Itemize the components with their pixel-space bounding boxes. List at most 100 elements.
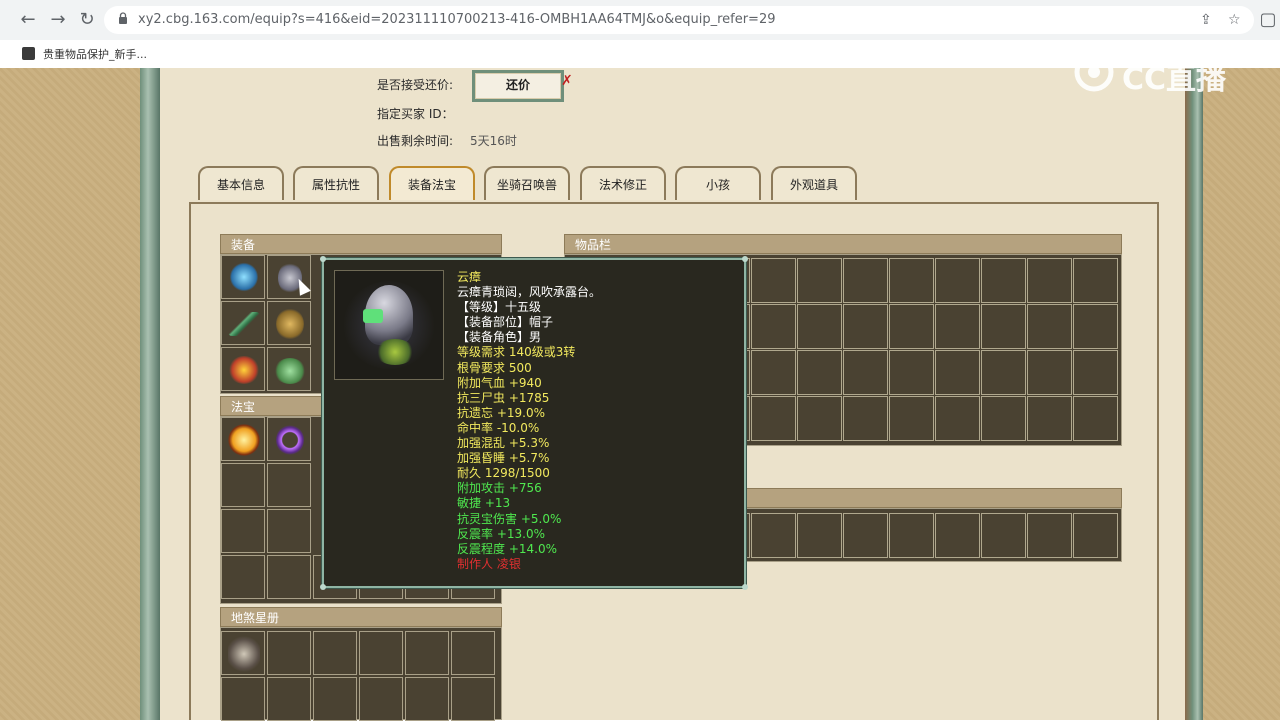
- tooltip-text: 云瘴 云瘴青琐闼，风吹承露台。 【等级】十五级 【装备部位】帽子 【装备角色】男 等级…: [457, 270, 737, 572]
- item-attribute-line: 【装备部位】帽子: [457, 315, 554, 330]
- star-book-slot-empty[interactable]: [313, 631, 357, 675]
- secondary-slot[interactable]: [1027, 513, 1072, 558]
- star-book-slot-empty[interactable]: [405, 631, 449, 675]
- item-attribute-line: 附加气血 +940: [457, 375, 542, 390]
- secondary-slot[interactable]: [889, 513, 934, 558]
- inventory-slot[interactable]: [935, 396, 980, 441]
- counter-offer-label: 是否接受还价:: [377, 78, 454, 92]
- inventory-slot[interactable]: [981, 258, 1026, 303]
- equipment-slot-weapon[interactable]: [221, 301, 265, 345]
- treasure-slot[interactable]: [267, 417, 311, 461]
- inventory-slot[interactable]: [843, 350, 888, 395]
- inventory-slot[interactable]: [889, 350, 934, 395]
- inventory-slot[interactable]: [797, 396, 842, 441]
- secondary-slot[interactable]: [981, 513, 1026, 558]
- inventory-slot[interactable]: [751, 258, 796, 303]
- inventory-slot[interactable]: [751, 304, 796, 349]
- item-attribute-line: 命中率 -10.0%: [457, 420, 540, 435]
- inventory-slot[interactable]: [1073, 304, 1118, 349]
- tab-attributes[interactable]: 属性抗性: [293, 166, 379, 200]
- inventory-slot[interactable]: [797, 350, 842, 395]
- inventory-slot[interactable]: [935, 258, 980, 303]
- star-book-slot-empty[interactable]: [221, 677, 265, 721]
- inventory-slot[interactable]: [1027, 304, 1072, 349]
- inventory-slot[interactable]: [1027, 350, 1072, 395]
- star-book-slot-empty[interactable]: [267, 631, 311, 675]
- item-attribute-line: 反震程度 +14.0%: [457, 541, 557, 556]
- time-remaining-value: 5天16时: [470, 134, 517, 148]
- star-book-section-header: 地煞星册: [220, 607, 502, 627]
- treasure-slot-empty[interactable]: [221, 509, 265, 553]
- inventory-slot[interactable]: [889, 396, 934, 441]
- lock-icon: [119, 12, 127, 24]
- secondary-slot[interactable]: [1073, 513, 1118, 558]
- equipment-slot-belt[interactable]: [221, 347, 265, 391]
- inventory-slot[interactable]: [843, 304, 888, 349]
- share-icon[interactable]: ⇪: [1200, 12, 1212, 28]
- cross-icon: ✗: [561, 73, 573, 89]
- tab-basic-info[interactable]: 基本信息: [198, 166, 284, 200]
- item-attribute-line: 抗遗忘 +19.0%: [457, 405, 545, 420]
- treasure-slot-empty[interactable]: [267, 509, 311, 553]
- tab-mounts-pets[interactable]: 坐骑召唤兽: [484, 166, 570, 200]
- inventory-slot[interactable]: [981, 396, 1026, 441]
- reload-icon[interactable]: ↻: [75, 8, 99, 32]
- inventory-slot[interactable]: [889, 304, 934, 349]
- star-book-slot-empty[interactable]: [405, 677, 449, 721]
- equipment-slot-necklace[interactable]: [221, 255, 265, 299]
- inventory-slot[interactable]: [797, 258, 842, 303]
- bookmark-favicon-icon: [22, 47, 35, 60]
- inventory-slot[interactable]: [843, 258, 888, 303]
- secondary-slot[interactable]: [797, 513, 842, 558]
- inventory-slot[interactable]: [1073, 350, 1118, 395]
- star-book-slot-empty[interactable]: [451, 631, 495, 675]
- star-book-slot-empty[interactable]: [359, 631, 403, 675]
- tab-equipment[interactable]: 装备法宝: [389, 166, 475, 200]
- inventory-slot[interactable]: [981, 350, 1026, 395]
- equipment-slot-boots[interactable]: [267, 347, 311, 391]
- item-attribute-line: 加强昏睡 +5.7%: [457, 451, 550, 466]
- star-book-slot-empty[interactable]: [451, 677, 495, 721]
- secondary-slot[interactable]: [935, 513, 980, 558]
- item-attribute-line: 反震率 +13.0%: [457, 526, 545, 541]
- inventory-slot[interactable]: [843, 396, 888, 441]
- secondary-slot[interactable]: [843, 513, 888, 558]
- back-icon[interactable]: ←: [16, 8, 40, 32]
- inventory-slot[interactable]: [1027, 396, 1072, 441]
- tooltip-corner: [742, 256, 748, 262]
- inventory-slot[interactable]: [751, 396, 796, 441]
- equipment-slot-armor[interactable]: [267, 301, 311, 345]
- inventory-slot[interactable]: [1027, 258, 1072, 303]
- url-text: xy2.cbg.163.com/equip?s=416&eid=20231111…: [138, 12, 776, 27]
- item-attribute-line: 附加攻击 +756: [457, 481, 542, 496]
- treasure-slot-empty[interactable]: [267, 555, 311, 599]
- inventory-slot[interactable]: [889, 258, 934, 303]
- star-icon[interactable]: ☆: [1228, 12, 1241, 28]
- inventory-section-header: 物品栏: [564, 234, 1122, 254]
- treasure-slot-empty[interactable]: [267, 463, 311, 507]
- star-book-slot-empty[interactable]: [267, 677, 311, 721]
- inventory-slot[interactable]: [935, 350, 980, 395]
- treasure-slot-empty[interactable]: [221, 463, 265, 507]
- inventory-slot[interactable]: [1073, 396, 1118, 441]
- bookmark-item[interactable]: 贵重物品保护_新手...: [43, 46, 147, 62]
- address-bar[interactable]: xy2.cbg.163.com/equip?s=416&eid=20231111…: [104, 6, 1254, 34]
- inventory-slot[interactable]: [797, 304, 842, 349]
- inventory-slot[interactable]: [751, 350, 796, 395]
- tab-children[interactable]: 小孩: [675, 166, 761, 200]
- secondary-slot[interactable]: [751, 513, 796, 558]
- inventory-slot[interactable]: [981, 304, 1026, 349]
- tab-appearance[interactable]: 外观道具: [771, 166, 857, 200]
- extension-icon[interactable]: ▢: [1258, 8, 1278, 32]
- star-book-slot-empty[interactable]: [359, 677, 403, 721]
- tab-spell-modifiers[interactable]: 法术修正: [580, 166, 666, 200]
- treasure-slot-empty[interactable]: [221, 555, 265, 599]
- inventory-slot[interactable]: [1073, 258, 1118, 303]
- star-book-slot-empty[interactable]: [313, 677, 357, 721]
- star-book-slot[interactable]: [221, 631, 265, 675]
- treasure-slot[interactable]: [221, 417, 265, 461]
- counter-offer-button[interactable]: 还价: [472, 70, 564, 102]
- forward-icon[interactable]: →: [46, 8, 70, 32]
- item-attribute-line: 【等级】十五级: [457, 300, 542, 315]
- inventory-slot[interactable]: [935, 304, 980, 349]
